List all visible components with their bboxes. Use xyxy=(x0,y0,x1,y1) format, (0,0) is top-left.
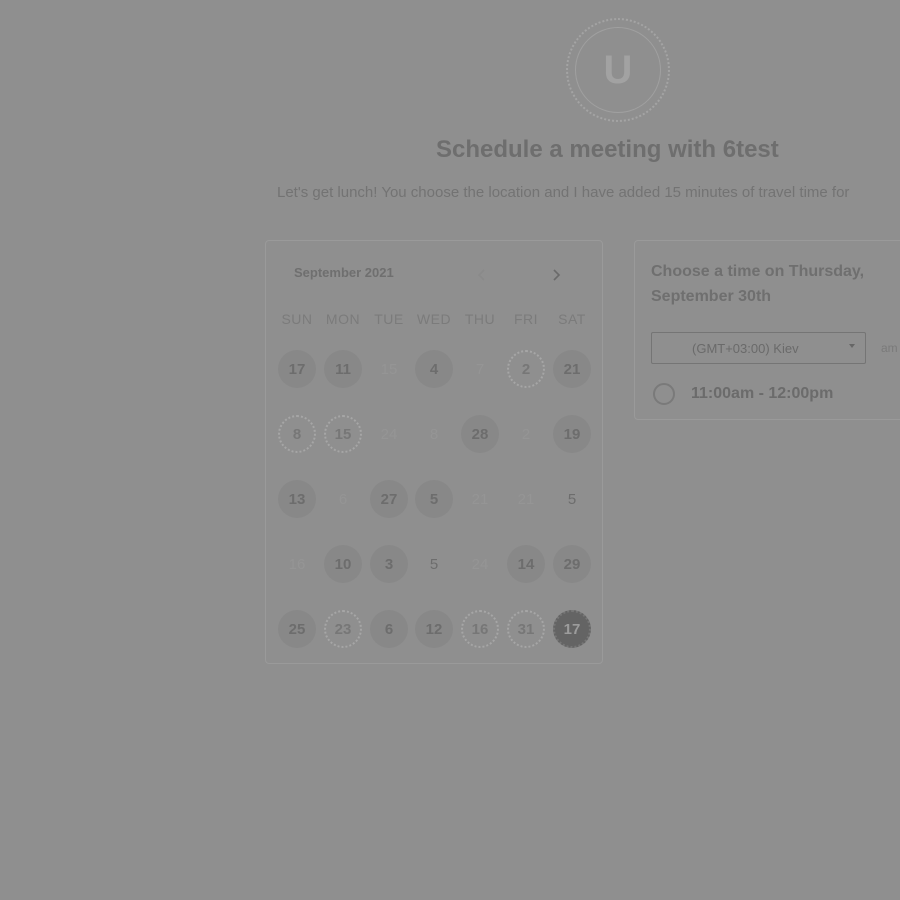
weekday-header: FRI xyxy=(513,311,539,327)
calendar-day[interactable]: 8 xyxy=(278,415,316,453)
calendar-day: 21 xyxy=(471,490,489,508)
calendar-day[interactable]: 14 xyxy=(507,545,545,583)
calendar-day[interactable]: 19 xyxy=(553,415,591,453)
calendar-card: September 2021 SUN MON TUE WED THU FRI SAT 17 1… xyxy=(265,240,603,664)
time-slot[interactable]: 11:00am - 12:00pm xyxy=(653,383,833,405)
caret-down-icon xyxy=(849,344,855,348)
weekday-header: THU xyxy=(464,311,496,327)
month-label: September 2021 xyxy=(294,265,394,280)
calendar-day[interactable]: 13 xyxy=(278,480,316,518)
time-format-toggle[interactable]: am xyxy=(881,341,898,355)
calendar-day[interactable]: 5 xyxy=(553,480,591,518)
calendar-day-selected[interactable]: 17 xyxy=(553,610,591,648)
calendar-day[interactable]: 5 xyxy=(415,480,453,518)
chevron-right-icon[interactable] xyxy=(544,263,568,287)
calendar-day[interactable]: 17 xyxy=(278,350,316,388)
calendar-day[interactable]: 11 xyxy=(324,350,362,388)
chevron-left-icon[interactable] xyxy=(470,263,494,287)
calendar-day[interactable]: 2 xyxy=(507,350,545,388)
weekday-header: MON xyxy=(325,311,361,327)
calendar-day[interactable]: 31 xyxy=(507,610,545,648)
weekday-header: WED xyxy=(416,311,452,327)
calendar-day: 16 xyxy=(288,555,306,573)
page-subtitle: Let's get lunch! You choose the location… xyxy=(277,184,850,201)
timezone-value: (GMT+03:00) Kiev xyxy=(692,340,799,356)
timezone-select[interactable]: (GMT+03:00) Kiev xyxy=(651,332,866,364)
time-heading: Choose a time on Thursday, September 30t… xyxy=(651,263,865,305)
weekday-header: SAT xyxy=(558,311,586,327)
time-slot-label: 11:00am - 12:00pm xyxy=(691,385,834,402)
calendar-day: 6 xyxy=(338,490,348,508)
calendar-day: 2 xyxy=(521,425,531,443)
time-picker-card: Choose a time on Thursday, September 30t… xyxy=(634,240,900,420)
calendar-day[interactable]: 21 xyxy=(553,350,591,388)
calendar-day[interactable]: 4 xyxy=(415,350,453,388)
calendar-day[interactable]: 3 xyxy=(370,545,408,583)
weekday-header: SUN xyxy=(281,311,313,327)
calendar-day: 7 xyxy=(475,360,485,378)
calendar-day: 24 xyxy=(380,425,398,443)
avatar-letter: U xyxy=(575,27,661,113)
calendar-day[interactable]: 15 xyxy=(324,415,362,453)
calendar-day[interactable]: 10 xyxy=(324,545,362,583)
calendar-day[interactable]: 29 xyxy=(553,545,591,583)
calendar-day[interactable]: 16 xyxy=(461,610,499,648)
calendar-day[interactable]: 27 xyxy=(370,480,408,518)
calendar-day[interactable]: 23 xyxy=(324,610,362,648)
calendar-day[interactable]: 28 xyxy=(461,415,499,453)
calendar-day: 24 xyxy=(471,555,489,573)
page-title: Schedule a meeting with 6test xyxy=(436,136,779,163)
calendar-day: 15 xyxy=(380,360,398,378)
avatar: U xyxy=(566,18,670,122)
calendar-day: 21 xyxy=(517,490,535,508)
calendar-day[interactable]: 12 xyxy=(415,610,453,648)
calendar-day[interactable]: 25 xyxy=(278,610,316,648)
calendar-day: 8 xyxy=(429,425,439,443)
calendar-day[interactable]: 6 xyxy=(370,610,408,648)
calendar-day[interactable]: 5 xyxy=(415,545,453,583)
radio-icon[interactable] xyxy=(653,383,675,405)
weekday-header: TUE xyxy=(374,311,404,327)
